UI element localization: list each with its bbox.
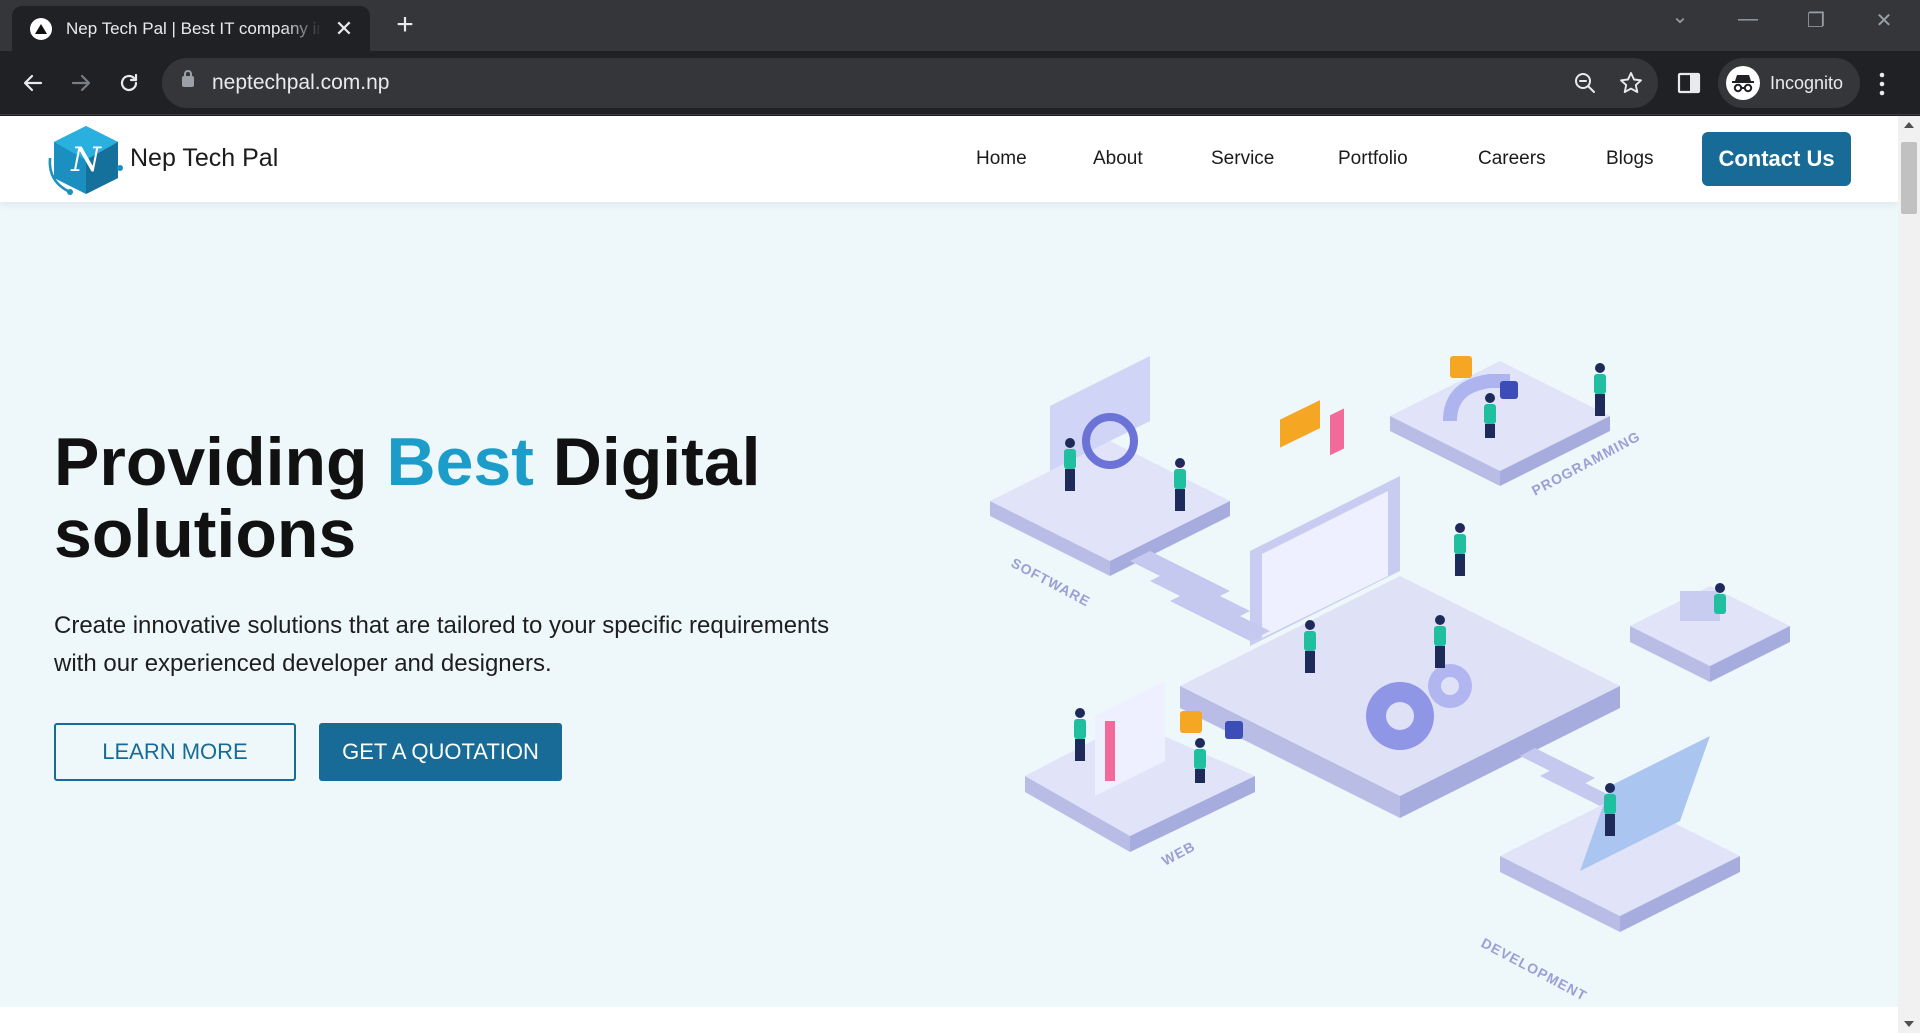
- scroll-down-arrow-icon[interactable]: [1904, 1021, 1914, 1027]
- tab-search-icon[interactable]: ⌄: [1660, 4, 1700, 29]
- bookmark-star-icon[interactable]: [1618, 70, 1644, 96]
- arrow-right-icon: [71, 74, 91, 92]
- url-text[interactable]: neptechpal.com.np: [212, 71, 389, 95]
- nav-service[interactable]: Service: [1211, 148, 1274, 170]
- reload-icon: [120, 73, 138, 92]
- reload-button[interactable]: [111, 65, 147, 101]
- site-header: N Nep Tech Pal Home About Service Portfo…: [0, 116, 1898, 202]
- tab-close-icon[interactable]: ✕: [332, 16, 356, 42]
- nav-portfolio[interactable]: Portfolio: [1338, 148, 1408, 170]
- browser-tab-strip: Nep Tech Pal | Best IT company in Nepal …: [0, 0, 1920, 51]
- brand-name[interactable]: Nep Tech Pal: [130, 144, 278, 173]
- incognito-icon: [1726, 66, 1760, 100]
- label-software: SOFTWARE: [1009, 555, 1094, 610]
- minimize-button[interactable]: —: [1728, 8, 1768, 31]
- label-development: DEVELOPMENT: [1479, 935, 1590, 1004]
- kebab-menu-icon[interactable]: [1876, 71, 1888, 97]
- incognito-profile-button[interactable]: Incognito: [1718, 58, 1860, 108]
- nep-tech-pal-logo-icon[interactable]: N: [46, 122, 126, 198]
- get-quotation-button[interactable]: GET A QUOTATION: [319, 723, 562, 781]
- back-button[interactable]: [15, 65, 51, 101]
- arrow-left-icon: [23, 74, 43, 92]
- contact-us-button[interactable]: Contact Us: [1702, 132, 1851, 186]
- hero-title: Providing Best Digital solutions: [54, 426, 761, 570]
- browser-toolbar: neptechpal.com.np Incognito: [0, 51, 1920, 115]
- side-panel-icon[interactable]: [1676, 70, 1702, 96]
- forward-button[interactable]: [63, 65, 99, 101]
- learn-more-button[interactable]: LEARN MORE: [54, 723, 296, 781]
- scroll-up-arrow-icon[interactable]: [1904, 122, 1914, 128]
- web-page: N Nep Tech Pal Home About Service Portfo…: [0, 116, 1898, 1033]
- logo-letter: N: [70, 140, 102, 180]
- page-scrollbar[interactable]: [1898, 116, 1920, 1033]
- nav-careers[interactable]: Careers: [1478, 148, 1546, 170]
- restore-button[interactable]: ❐: [1796, 8, 1836, 33]
- hero-title-part1: Providing: [54, 424, 387, 500]
- label-web: WEB: [1159, 838, 1198, 869]
- incognito-label: Incognito: [1770, 72, 1844, 93]
- hero-subtitle: Create innovative solutions that are tai…: [54, 612, 830, 677]
- hero-title-accent: Best: [386, 424, 534, 500]
- hero-illustration: SOFTWARE PROGRAMMING WEB DEVELOPMENT: [990, 356, 1790, 1004]
- new-tab-button[interactable]: +: [390, 10, 420, 40]
- close-window-button[interactable]: ✕: [1864, 8, 1904, 33]
- nav-home[interactable]: Home: [976, 148, 1027, 170]
- scroll-thumb[interactable]: [1901, 142, 1917, 214]
- tab-title: Nep Tech Pal | Best IT company in Nepal: [66, 18, 322, 38]
- next-section-edge: [0, 1007, 1898, 1033]
- nav-blogs[interactable]: Blogs: [1606, 148, 1654, 170]
- hero-title-part2: Digital: [533, 424, 761, 500]
- site-favicon-icon: [30, 17, 52, 40]
- zoom-icon[interactable]: [1572, 70, 1598, 96]
- nav-about[interactable]: About: [1093, 148, 1143, 170]
- address-bar[interactable]: neptechpal.com.np: [162, 58, 1658, 108]
- lock-icon: [182, 70, 194, 87]
- browser-tab[interactable]: Nep Tech Pal | Best IT company in Nepal …: [12, 6, 370, 51]
- hero-title-line2: solutions: [54, 496, 357, 572]
